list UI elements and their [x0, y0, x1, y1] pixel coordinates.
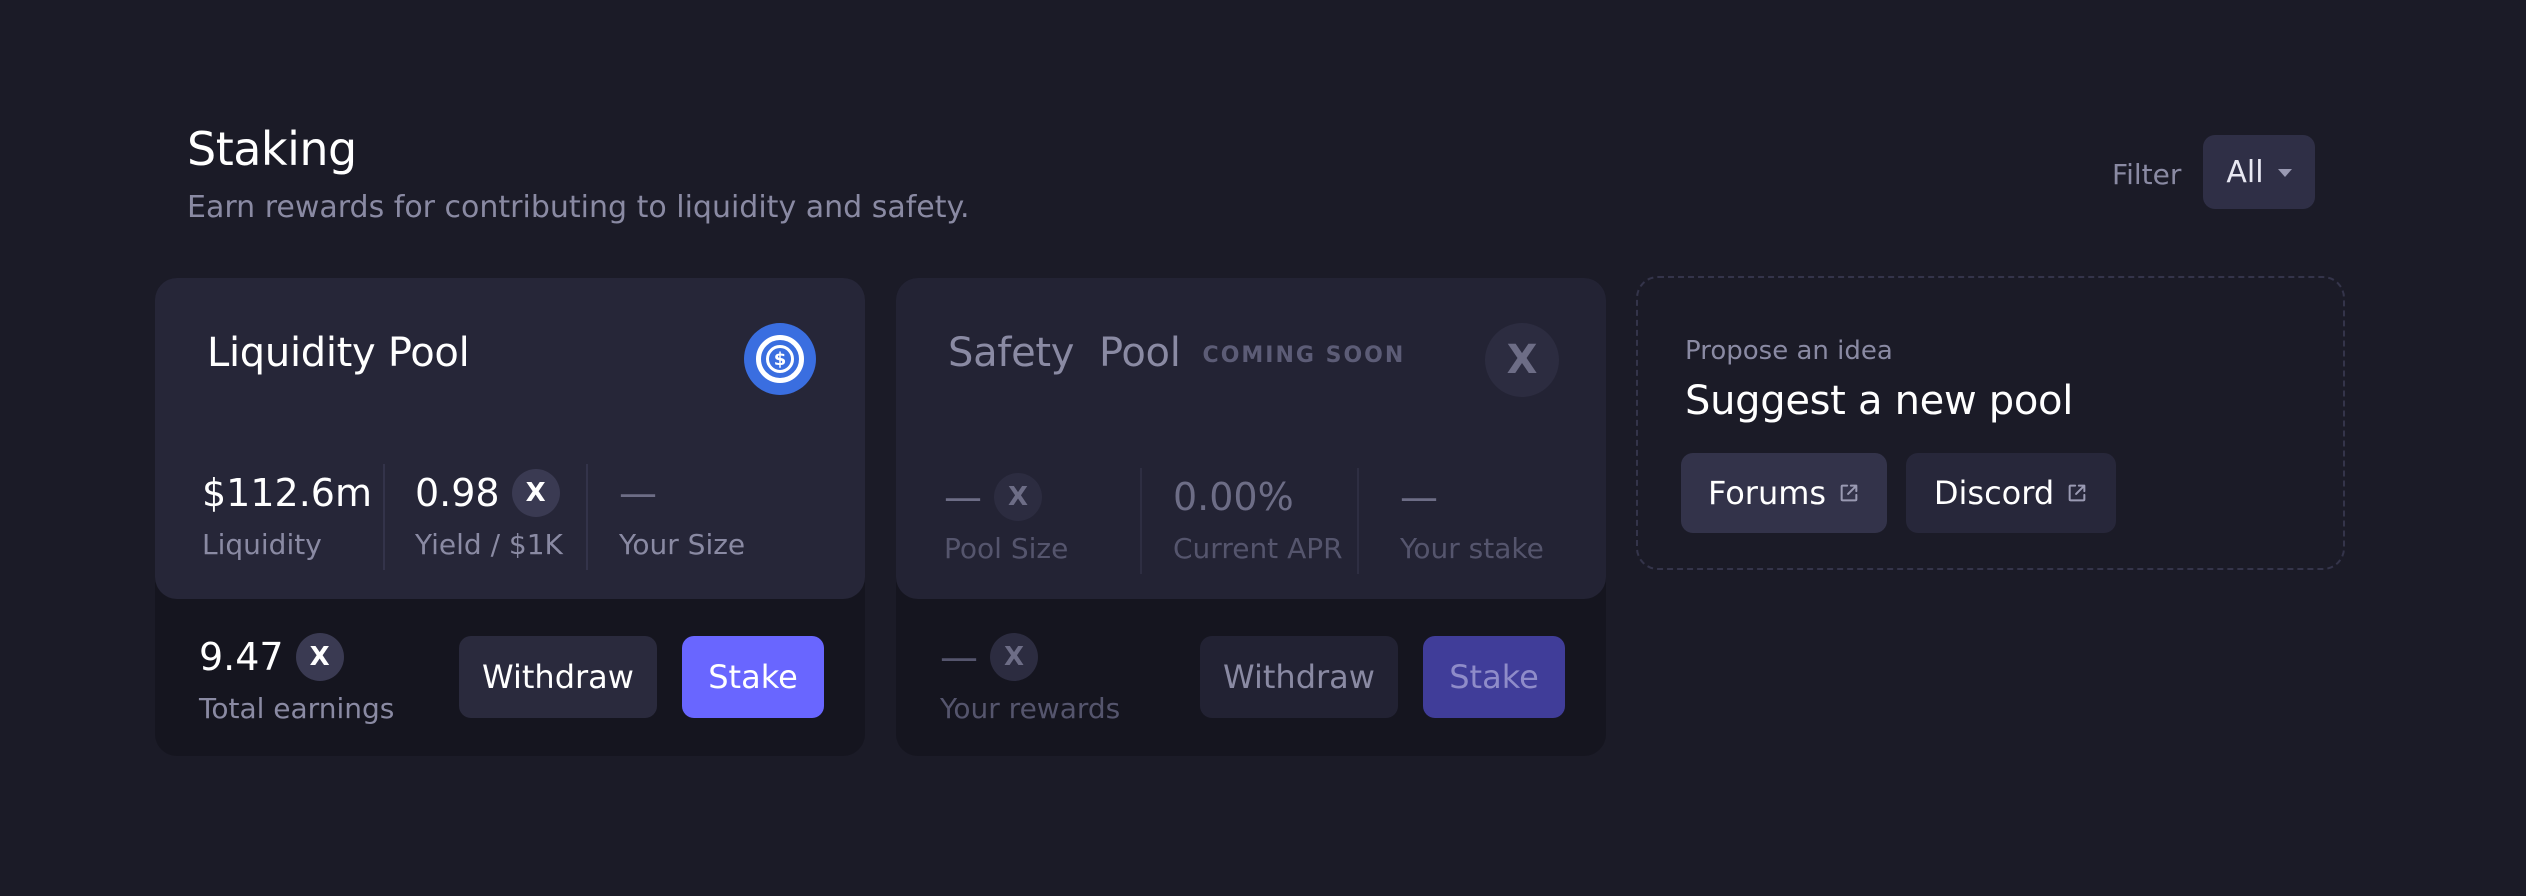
- liquidity-stat: $112.6m Liquidity: [202, 466, 372, 561]
- your-rewards: — X: [940, 630, 1038, 684]
- divider: [383, 464, 385, 570]
- total-earnings: 9.47 X: [199, 630, 344, 684]
- divider: [1140, 468, 1142, 574]
- your-stake-stat: — Your stake: [1400, 470, 1544, 565]
- usdc-icon: $: [744, 323, 816, 395]
- x-token-icon: X: [994, 473, 1042, 521]
- pool-size-label: Pool Size: [944, 532, 1069, 565]
- apr-stat: 0.00% Current APR: [1173, 470, 1343, 565]
- your-rewards-value: —: [940, 635, 978, 679]
- discord-button[interactable]: Discord: [1906, 453, 2116, 533]
- total-earnings-value: 9.47: [199, 635, 284, 679]
- suggest-pool-card: Propose an idea Suggest a new pool Forum…: [1636, 276, 2345, 570]
- filter-label: Filter: [2112, 158, 2182, 191]
- safety-pool-title: Safety Pool: [948, 330, 1181, 376]
- withdraw-button[interactable]: Withdraw: [459, 636, 657, 718]
- forums-button[interactable]: Forums: [1681, 453, 1887, 533]
- divider: [1357, 468, 1359, 574]
- pool-size-value: —: [944, 475, 982, 519]
- safety-pool-title-row: Safety Pool COMING SOON: [948, 330, 1405, 376]
- apr-value: 0.00%: [1173, 475, 1294, 519]
- filter-value: All: [2226, 154, 2264, 190]
- liquidity-pool-title: Liquidity Pool: [207, 330, 470, 376]
- chevron-down-icon: [2277, 169, 2292, 177]
- propose-idea-label: Propose an idea: [1685, 336, 1893, 366]
- stake-button[interactable]: Stake: [1423, 636, 1565, 718]
- yield-stat: 0.98 X Yield / $1K: [415, 466, 563, 561]
- external-link-icon: [2068, 484, 2086, 502]
- x-token-icon: X: [990, 633, 1038, 681]
- liquidity-value: $112.6m: [202, 471, 372, 515]
- your-stake-value: —: [1400, 475, 1438, 519]
- safety-pool-summary: Safety Pool COMING SOON X — X Pool Size 0…: [896, 278, 1606, 599]
- x-token-icon: X: [511, 469, 560, 517]
- liquidity-pool-card: Liquidity Pool $ $112.6m Liquidity 0.98 …: [155, 278, 865, 756]
- apr-label: Current APR: [1173, 532, 1343, 565]
- your-stake-label: Your stake: [1400, 532, 1544, 565]
- safety-pool-card: Safety Pool COMING SOON X — X Pool Size 0…: [896, 278, 1606, 756]
- x-token-icon: X: [295, 633, 344, 681]
- your-rewards-label: Your rewards: [940, 692, 1121, 725]
- your-size-label: Your Size: [619, 528, 746, 561]
- filter-dropdown[interactable]: All: [2203, 135, 2315, 209]
- x-token-icon: X: [1485, 323, 1559, 397]
- yield-label: Yield / $1K: [415, 528, 563, 561]
- total-earnings-label: Total earnings: [199, 692, 395, 725]
- liquidity-pool-summary: Liquidity Pool $ $112.6m Liquidity 0.98 …: [155, 278, 865, 599]
- withdraw-button[interactable]: Withdraw: [1200, 636, 1398, 718]
- yield-value: 0.98: [415, 471, 500, 515]
- stake-button[interactable]: Stake: [682, 636, 824, 718]
- pool-size-stat: — X Pool Size: [944, 470, 1068, 565]
- coming-soon-badge: COMING SOON: [1202, 342, 1406, 368]
- page-title: Staking: [187, 122, 357, 176]
- discord-label: Discord: [1933, 474, 2055, 512]
- liquidity-label: Liquidity: [202, 528, 322, 561]
- your-size-value: —: [619, 471, 657, 515]
- divider: [586, 464, 588, 570]
- your-size-stat: — Your Size: [619, 466, 745, 561]
- forums-label: Forums: [1707, 474, 1827, 512]
- external-link-icon: [1840, 484, 1858, 502]
- page-subtitle: Earn rewards for contributing to liquidi…: [187, 190, 970, 225]
- suggest-pool-title: Suggest a new pool: [1685, 378, 2074, 424]
